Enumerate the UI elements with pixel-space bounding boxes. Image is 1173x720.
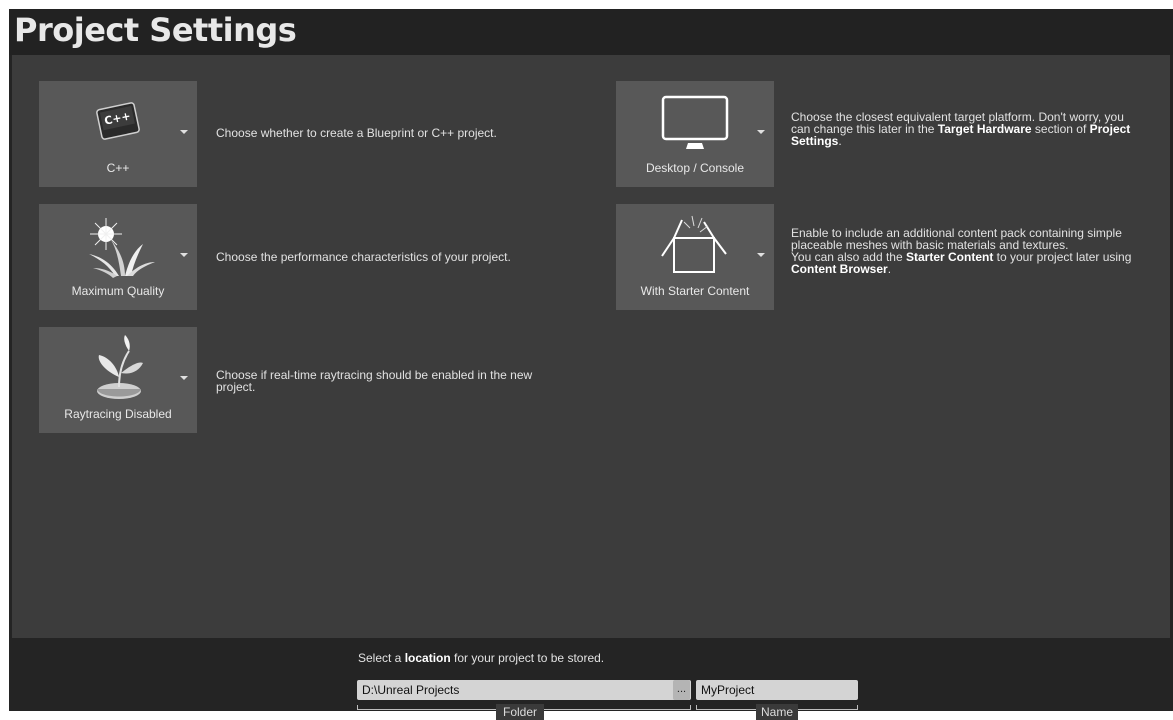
project-type-dropdown[interactable]: C++ C++ <box>39 81 197 187</box>
chevron-down-icon <box>757 253 765 257</box>
browse-folder-button[interactable]: ... <box>673 680 690 700</box>
project-type-label: C++ <box>106 161 130 175</box>
starter-content-dropdown[interactable]: With Starter Content <box>616 204 774 310</box>
quality-description: Choose the performance characteristics o… <box>216 250 511 264</box>
box-icon <box>616 204 774 286</box>
monitor-icon <box>616 81 774 163</box>
quality-plant-icon <box>39 204 197 286</box>
quality-dropdown[interactable]: Maximum Quality <box>39 204 197 310</box>
sprout-icon <box>39 327 197 409</box>
platform-dropdown[interactable]: Desktop / Console <box>616 81 774 187</box>
settings-panel: C++ C++ Choose whether to create a Bluep… <box>12 55 1170 638</box>
quality-label: Maximum Quality <box>71 284 165 298</box>
location-prompt: Select a location for your project to be… <box>358 651 605 665</box>
raytracing-label: Raytracing Disabled <box>64 407 172 421</box>
chevron-down-icon <box>180 130 188 134</box>
starter-content-label: With Starter Content <box>640 284 750 298</box>
platform-description: Choose the closest equivalent target pla… <box>791 110 1131 148</box>
title-bar: Project Settings <box>9 9 1173 55</box>
page-title: Project Settings <box>14 11 297 49</box>
raytracing-dropdown[interactable]: Raytracing Disabled <box>39 327 197 433</box>
project-type-description: Choose whether to create a Blueprint or … <box>216 126 497 140</box>
raytracing-description: Choose if real-time raytracing should be… <box>216 368 533 394</box>
chevron-down-icon <box>757 130 765 134</box>
platform-label: Desktop / Console <box>645 161 745 175</box>
cpp-icon: C++ <box>39 81 197 163</box>
project-settings-window: Project Settings C++ C++ Choose whether … <box>9 9 1173 720</box>
folder-path-input[interactable]: D:\Unreal Projects <box>357 680 691 700</box>
chevron-down-icon <box>180 376 188 380</box>
starter-content-description: Enable to include an additional content … <box>791 226 1132 276</box>
project-name-input[interactable]: MyProject <box>696 680 858 700</box>
location-footer: Select a location for your project to be… <box>9 638 1173 720</box>
name-caption: Name <box>756 704 798 720</box>
chevron-down-icon <box>180 253 188 257</box>
folder-caption: Folder <box>496 704 544 720</box>
